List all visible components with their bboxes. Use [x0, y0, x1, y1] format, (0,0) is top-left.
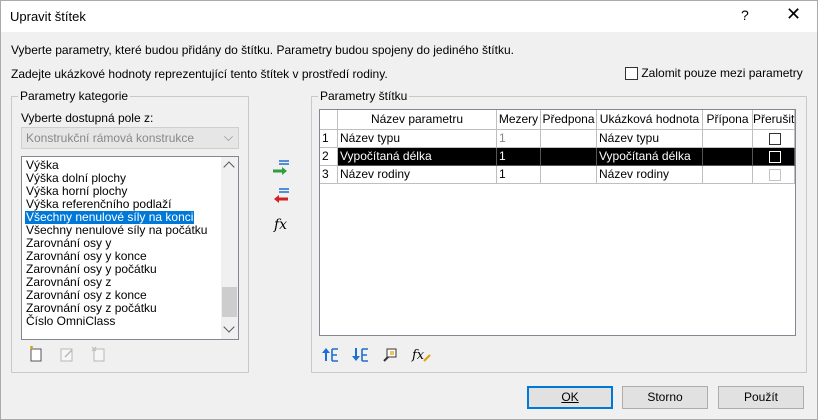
wrap-checkbox[interactable] — [625, 67, 638, 81]
cell-suffix[interactable] — [703, 166, 753, 184]
scroll-down-icon[interactable] — [223, 321, 235, 333]
scroll-thumb[interactable] — [222, 287, 237, 317]
cell-suffix[interactable] — [703, 148, 753, 166]
cell-sample[interactable]: Název rodiny — [597, 166, 703, 184]
add-parameter-arrow-icon[interactable] — [271, 159, 291, 177]
intro-line-1: Vyberte parametry, které budou přidány d… — [11, 43, 514, 57]
wrap-checkbox-label: Zalomit pouze mezi parametry — [641, 66, 803, 80]
cell-spaces[interactable]: 1 — [497, 130, 541, 148]
label-params-table[interactable]: Název parametru Mezery Předpona Ukázková ho… — [319, 109, 796, 336]
edit-sample-icon[interactable] — [382, 346, 400, 363]
cell-name[interactable]: Vypočítaná délka — [338, 148, 497, 166]
select-field-label: Vyberte dostupná pole z: — [21, 111, 154, 125]
column-header[interactable]: Ukázková hodnota — [597, 110, 703, 130]
cell-num[interactable]: 3 — [320, 166, 338, 184]
break-cell[interactable] — [753, 148, 795, 166]
break-cell[interactable] — [753, 166, 795, 184]
chevron-down-icon — [224, 132, 233, 141]
apply-button[interactable]: Použít — [718, 386, 804, 409]
cell-prefix[interactable] — [541, 166, 597, 184]
formula-icon[interactable]: fx — [274, 217, 287, 233]
cell-prefix[interactable] — [541, 130, 597, 148]
category-select[interactable]: Konstrukční rámová konstrukce — [21, 127, 239, 149]
title-bar: Upravit štítek ? ✕ — [1, 1, 817, 32]
list-item[interactable]: Číslo OmniClass — [25, 315, 116, 328]
column-header[interactable]: Přípona — [703, 110, 753, 130]
cell-suffix[interactable] — [703, 130, 753, 148]
column-header[interactable]: Název parametru — [338, 110, 497, 130]
new-parameter-icon[interactable] — [28, 346, 44, 362]
close-button[interactable]: ✕ — [786, 4, 801, 25]
cell-spaces[interactable]: 1 — [497, 166, 541, 184]
table-corner-cell — [320, 110, 338, 130]
remove-parameter-arrow-icon[interactable] — [271, 187, 291, 205]
move-down-icon[interactable] — [352, 347, 370, 363]
cell-prefix[interactable] — [541, 148, 597, 166]
help-button[interactable]: ? — [741, 7, 749, 23]
cell-name[interactable]: Název typu — [338, 130, 497, 148]
category-select-value: Konstrukční rámová konstrukce — [26, 131, 195, 145]
delete-parameter-icon — [91, 346, 105, 362]
edit-parameter-icon — [60, 348, 73, 362]
break-cell[interactable] — [753, 130, 795, 148]
edit-formula-icon[interactable]: fx — [411, 346, 431, 363]
category-params-title: Parametry kategorie — [18, 89, 131, 103]
ok-button[interactable]: OK — [527, 386, 613, 409]
label-params-title: Parametry štítku — [318, 89, 410, 103]
window-title: Upravit štítek — [10, 9, 86, 24]
svg-text:fx: fx — [411, 348, 425, 363]
table-row[interactable]: 3 Název rodiny 1 Název rodiny — [320, 166, 795, 184]
scroll-up-icon[interactable] — [223, 161, 235, 173]
available-fields-list[interactable]: Výška Výška dolní plochy Výška horní ploch… — [21, 156, 239, 340]
break-checkbox[interactable] — [769, 133, 781, 145]
cell-sample[interactable]: Název typu — [597, 130, 703, 148]
break-checkbox[interactable] — [769, 169, 781, 181]
cancel-button[interactable]: Storno — [622, 386, 708, 409]
move-up-icon[interactable] — [322, 347, 340, 363]
column-header[interactable]: Mezery — [497, 110, 541, 130]
cell-sample[interactable]: Vypočítaná délka — [597, 148, 703, 166]
wrap-checkbox-row[interactable]: Zalomit pouze mezi parametry — [625, 66, 803, 81]
intro-line-2: Zadejte ukázkové hodnoty reprezentující … — [11, 67, 388, 81]
table-row[interactable]: 2 Vypočítaná délka 1 Vypočítaná délka — [320, 148, 795, 166]
break-checkbox[interactable] — [769, 151, 781, 163]
cell-name[interactable]: Název rodiny — [338, 166, 497, 184]
list-scrollbar[interactable] — [221, 157, 238, 339]
cell-num[interactable]: 1 — [320, 130, 338, 148]
cell-num[interactable]: 2 — [320, 148, 338, 166]
column-header[interactable]: Předpona — [541, 110, 597, 130]
cell-spaces[interactable]: 1 — [497, 148, 541, 166]
column-header[interactable]: Přerušit — [753, 110, 795, 130]
dialog-window: Upravit štítek ? ✕ Vyberte parametry, kt… — [0, 0, 818, 420]
table-row[interactable]: 1 Název typu 1 Název typu — [320, 130, 795, 148]
